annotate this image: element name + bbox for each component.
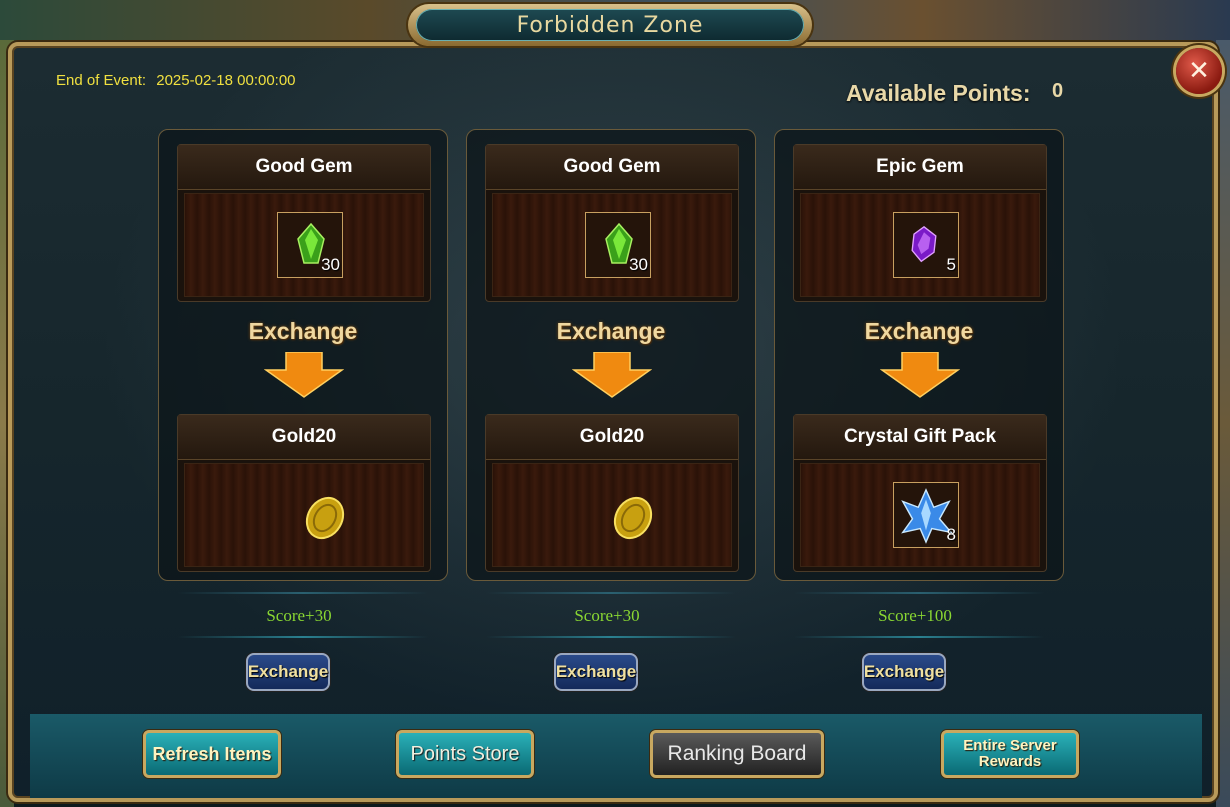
item-count: 8: [946, 525, 956, 544]
slot-background: 30: [492, 193, 732, 297]
entire-server-rewards-button[interactable]: Entire Server Rewards: [941, 730, 1079, 778]
divider: [486, 592, 736, 594]
title-plate: Forbidden Zone: [408, 4, 812, 46]
slot-background: [492, 463, 732, 567]
input-item-slot: Good Gem 30: [177, 144, 431, 302]
slot-background: 5: [800, 193, 1040, 297]
event-end-info: End of Event: 2025-02-18 00:00:00: [56, 72, 296, 89]
gold-coin-icon[interactable]: [611, 496, 655, 540]
divider: [794, 592, 1044, 594]
output-item-name: Gold20: [178, 415, 430, 460]
exchange-label: Exchange: [248, 318, 358, 344]
exchange-card: Good Gem 30 Exchange Gold20: [158, 129, 448, 581]
close-icon: ✕: [1188, 56, 1210, 86]
game-background-right: [1216, 40, 1230, 807]
window-title: Forbidden Zone: [416, 9, 804, 41]
score-label: Score+30: [574, 606, 640, 625]
input-item-name: Good Gem: [178, 145, 430, 190]
divider: [794, 636, 1044, 638]
item-count: 30: [629, 255, 648, 274]
item-count: 30: [321, 255, 340, 274]
item-count: 5: [946, 255, 956, 274]
divider: [178, 592, 428, 594]
item-frame[interactable]: 30: [277, 212, 343, 278]
gold-coin-icon[interactable]: [303, 496, 347, 540]
server-rewards-label-line1: Entire Server: [963, 737, 1057, 755]
slot-background: 30: [184, 193, 424, 297]
available-points-value: 0: [1052, 80, 1064, 102]
score-label: Score+100: [878, 606, 952, 625]
arrow-down-icon: [572, 352, 652, 398]
output-item-slot: Crystal Gift Pack 8: [793, 414, 1047, 572]
score-label: Score+30: [266, 606, 332, 625]
available-points-label: Available Points:: [846, 80, 1031, 106]
item-frame[interactable]: 5: [893, 212, 959, 278]
exchange-button[interactable]: Exchange: [862, 653, 946, 691]
slot-background: [184, 463, 424, 567]
purple-gem-icon: [911, 225, 937, 263]
refresh-items-button[interactable]: Refresh Items: [143, 730, 281, 778]
output-item-name: Crystal Gift Pack: [794, 415, 1046, 460]
arrow-down-icon: [264, 352, 344, 398]
ranking-board-button[interactable]: Ranking Board: [650, 730, 824, 778]
input-item-name: Good Gem: [486, 145, 738, 190]
exchange-button[interactable]: Exchange: [246, 653, 330, 691]
output-item-slot: Gold20: [485, 414, 739, 572]
divider: [486, 636, 736, 638]
arrow-down-icon: [880, 352, 960, 398]
exchange-label: Exchange: [864, 318, 974, 344]
output-item-slot: Gold20: [177, 414, 431, 572]
item-frame[interactable]: 30: [585, 212, 651, 278]
divider: [178, 636, 428, 638]
exchange-label: Exchange: [556, 318, 666, 344]
exchange-button[interactable]: Exchange: [554, 653, 638, 691]
input-item-slot: Epic Gem 5: [793, 144, 1047, 302]
slot-background: 8: [800, 463, 1040, 567]
points-store-button[interactable]: Points Store: [396, 730, 534, 778]
exchange-card: Epic Gem 5 Exchange Crystal Gift Pack 8: [774, 129, 1064, 581]
exchange-card: Good Gem 30 Exchange Gold20: [466, 129, 756, 581]
output-item-name: Gold20: [486, 415, 738, 460]
item-frame[interactable]: 8: [893, 482, 959, 548]
server-rewards-label-line2: Rewards: [978, 753, 1042, 770]
input-item-slot: Good Gem 30: [485, 144, 739, 302]
close-button[interactable]: ✕: [1176, 48, 1222, 94]
event-end-label: End of Event:: [56, 72, 147, 89]
input-item-name: Epic Gem: [794, 145, 1046, 190]
event-end-time: 2025-02-18 00:00:00: [156, 72, 296, 89]
